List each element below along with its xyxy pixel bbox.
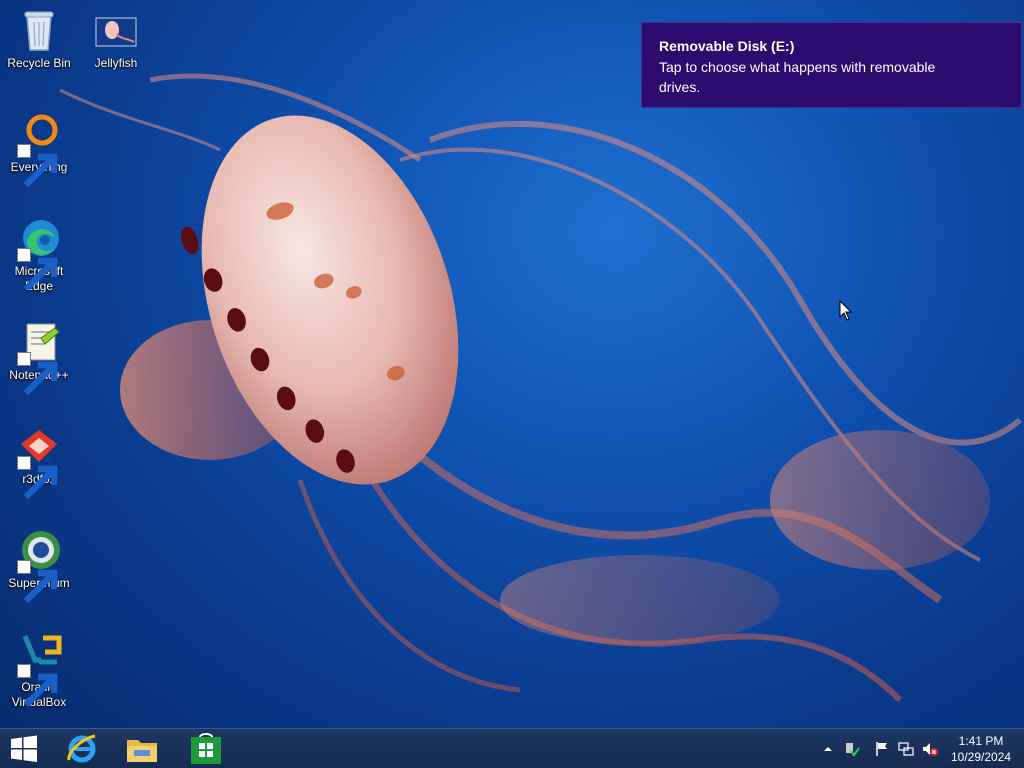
- r3dfox-icon: [15, 422, 63, 500]
- desktop-icon-label: Recycle Bin: [7, 56, 71, 70]
- mouse-cursor-icon: [839, 300, 853, 321]
- taskbar-internet-explorer[interactable]: [60, 731, 104, 767]
- recycle-bin-icon: [15, 6, 63, 54]
- toast-body: Tap to choose what happens with removabl…: [659, 59, 936, 95]
- removable-disk-toast[interactable]: Removable Disk (E:) Tap to choose what h…: [641, 22, 1022, 108]
- desktop-icon-everything[interactable]: Everything: [1, 110, 77, 188]
- desktop-icon-supermium[interactable]: Supermium: [1, 526, 77, 604]
- store-icon: [191, 733, 221, 764]
- desktop-icon-microsoft-edge[interactable]: Microsoft Edge: [1, 214, 77, 294]
- shortcut-arrow-icon: [17, 248, 58, 292]
- taskbar-store[interactable]: [184, 731, 228, 767]
- network-icon[interactable]: [898, 741, 914, 757]
- desktop-icon-label: Jellyfish: [94, 56, 138, 70]
- shortcut-arrow-icon: [17, 664, 58, 708]
- desktop-wallpaper: [59, 73, 1022, 703]
- start-button[interactable]: [6, 731, 42, 767]
- shortcut-arrow-icon: [17, 456, 58, 500]
- taskbar: 1:41 PM 10/29/2024: [0, 728, 1024, 768]
- taskbar-file-explorer[interactable]: [120, 731, 164, 767]
- shortcut-arrow-icon: [17, 352, 58, 396]
- file-explorer-icon: [127, 740, 157, 762]
- clock-time: 1:41 PM: [958, 734, 1004, 748]
- desktop-icon-jellyfish[interactable]: Jellyfish: [78, 6, 154, 71]
- windows-logo-icon: [11, 735, 37, 762]
- notepad-plus-plus-icon: [15, 318, 63, 396]
- desktop-icon-r3dfox[interactable]: r3dfox: [1, 422, 77, 500]
- toast-title: Removable Disk (E:): [659, 38, 795, 54]
- edge-icon: [15, 214, 63, 292]
- everything-search-icon: [15, 110, 63, 188]
- shortcut-arrow-icon: [17, 560, 58, 604]
- desktop-icon-notepad-plus-plus[interactable]: Notepad++: [1, 318, 77, 396]
- internet-explorer-icon: [67, 734, 96, 763]
- virtualbox-icon: [15, 630, 63, 708]
- volume-muted-icon[interactable]: [922, 741, 938, 757]
- shortcut-arrow-icon: [17, 144, 58, 188]
- action-center-flag-icon[interactable]: [874, 741, 890, 757]
- desktop-icon-recycle-bin[interactable]: Recycle Bin: [1, 6, 77, 71]
- image-file-icon: [92, 6, 140, 54]
- show-hidden-icons-chevron[interactable]: [820, 741, 836, 757]
- supermium-icon: [15, 526, 63, 604]
- taskbar-clock[interactable]: 1:41 PM 10/29/2024: [946, 733, 1016, 765]
- safely-remove-hardware-icon[interactable]: [844, 741, 860, 757]
- clock-date: 10/29/2024: [950, 750, 1012, 764]
- desktop-icon-oracle-virtualbox[interactable]: Oracle VirtualBox: [1, 630, 77, 710]
